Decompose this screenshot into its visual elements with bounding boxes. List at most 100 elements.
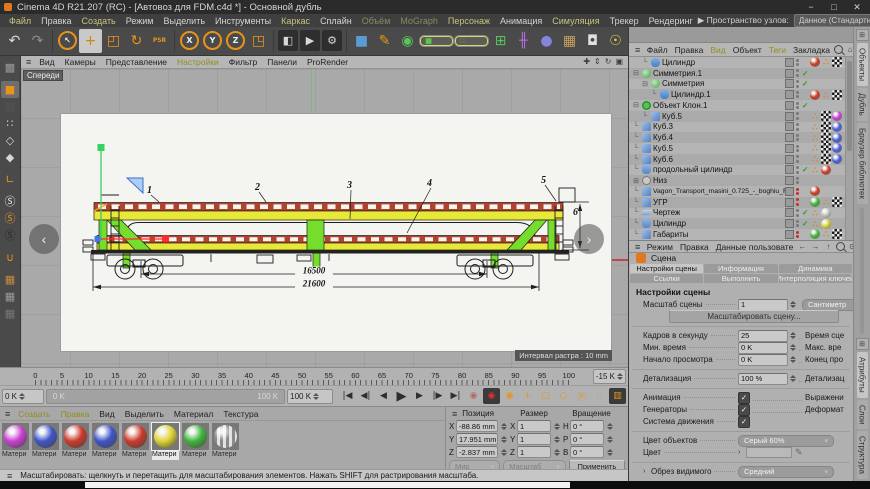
enable-dots[interactable] [796,134,800,142]
texture-tag-icon[interactable]: ∴ [821,229,831,239]
object-row-Габариты[interactable]: └Габариты∴ [629,229,853,240]
record-disabled-icon[interactable]: ◉ [465,388,482,404]
attr-menu-Данные пользовате[interactable]: Данные пользовате [712,242,797,252]
panel-tab-Объекты[interactable]: Объекты [857,43,868,86]
phong-tag-icon[interactable] [821,154,831,164]
enable-dots[interactable] [796,188,800,196]
field-checkbox[interactable]: ✓ [738,416,750,428]
make-editable-button[interactable]: ▩ [1,59,19,76]
texture-tag-icon[interactable]: ∴ [810,154,820,164]
enable-dots[interactable] [796,231,800,239]
visibility-toggle[interactable] [785,69,794,78]
enabled-check-icon[interactable]: ✓ [802,69,810,78]
menu-Выделить[interactable]: Выделить [159,16,211,26]
menu-Сплайн[interactable]: Сплайн [315,16,357,26]
material-swatch-4[interactable]: Матери [92,423,120,460]
material-tag-icon[interactable] [821,208,831,218]
phong-tag-icon[interactable] [832,90,842,100]
edit-color-icon[interactable]: ✎ [795,447,803,458]
enable-dots[interactable] [796,112,800,120]
menu-Каркас[interactable]: Каркас [276,16,315,26]
visibility-toggle[interactable] [785,165,794,174]
pan-view-icon[interactable]: ✚ [583,57,590,66]
rotate-tool[interactable]: ↻ [125,29,148,53]
texture-tag-icon[interactable]: ∴ [810,111,820,121]
object-menu-Объект[interactable]: Объект [729,45,765,55]
snap-enable-button[interactable]: Ⓢ [1,193,19,210]
material-swatch-6[interactable]: Матери [152,423,180,460]
texture-tag-icon[interactable]: ∴ [821,90,831,100]
visibility-toggle[interactable] [785,230,794,239]
material-menu-Материал[interactable]: Материал [169,409,218,419]
enabled-check-icon[interactable]: ✓ [802,219,810,228]
menu-Создать[interactable]: Создать [77,16,121,26]
tab-Настройки сцены[interactable]: Настройки сцены [630,264,703,273]
timeline-range-slider[interactable]: 0 K100 K [46,389,285,404]
field-checkbox[interactable]: ✓ [738,392,750,404]
workplane-mode-button[interactable]: ▦ [1,305,19,322]
enabled-check-icon[interactable]: ✓ [802,208,810,217]
material-tag-icon[interactable] [810,186,820,196]
deformer-button[interactable]: ╫ [512,29,535,53]
go-to-start-button[interactable]: |◀ [339,388,356,404]
viewport-menu-icon[interactable]: ≡ [23,57,34,67]
menu-Рендеринг[interactable]: Рендеринг [644,16,698,26]
visibility-toggle[interactable] [785,144,794,153]
enable-dots[interactable] [796,166,800,174]
search-icon[interactable] [836,242,845,251]
lock-x-axis-button[interactable]: X [178,29,201,53]
panel-tab-Слои[interactable]: Слои [857,400,868,429]
keyframe-selection-button[interactable]: ▥ [609,388,626,404]
enable-dots[interactable] [796,177,800,185]
object-row-Цилиндр[interactable]: └Цилиндр∴ [629,57,853,68]
texture-tag-icon[interactable]: ∴ [810,165,820,175]
field-input[interactable]: 25 [738,330,788,342]
visibility-toggle[interactable] [785,79,794,88]
phong-tag-icon[interactable] [821,111,831,121]
object-row-Куб.5[interactable]: └Куб.5∴ [629,143,853,154]
visibility-toggle[interactable] [785,122,794,131]
unit-select[interactable]: Сантиметр▾ [802,299,853,311]
menu-Режим[interactable]: Режим [121,16,159,26]
object-row-Объект Клон.1[interactable]: ⊟Объект Клон.1✓ [629,100,853,111]
menu-MoGraph[interactable]: MoGraph [395,16,443,26]
recent-tool-psr[interactable]: PSR [148,29,171,53]
object-row-Vagon_Transport_masini_0.725_-_boghiu_R1[interactable]: └Vagon_Transport_masini_0.725_-_boghiu_R… [629,186,853,197]
active-object-row[interactable]: Сцена [629,253,853,263]
timeline-ruler[interactable]: 0510152025303540455055606570758085909510… [0,367,628,386]
field-input[interactable]: 0 K [738,342,788,354]
menu-Правка[interactable]: Правка [36,16,76,26]
material-swatch-7[interactable]: Матери [182,423,210,460]
range-start-input[interactable]: 0 K [2,389,44,404]
menu-Анимация[interactable]: Анимация [495,16,547,26]
add-tab-button[interactable]: ⊞ [856,29,869,41]
phong-tag-icon[interactable] [832,229,842,239]
rotation-h-field[interactable]: H0 ° [563,420,613,432]
previous-key-button[interactable]: ◀| [357,388,374,404]
attr-menu-Режим[interactable]: Режим [643,242,676,252]
attr-menu-Правка[interactable]: Правка [676,242,712,252]
phong-tag-icon[interactable] [832,197,842,207]
object-row-Цилиндр[interactable]: └Цилиндр✓∴ [629,218,853,229]
rotation-b-field[interactable]: B0 ° [563,446,613,458]
size-x-field[interactable]: X1 [510,420,560,432]
move-tool[interactable]: + [79,29,102,53]
material-swatch-3[interactable]: Матери [62,423,90,460]
undo-button[interactable]: ↶ [3,29,26,53]
texture-tag-icon[interactable]: ∴ [810,208,820,218]
autokey-button[interactable]: ◉ [501,388,518,404]
tab-Выполнить[interactable]: Выполнить [704,274,777,283]
up-arrow-icon[interactable]: ↑ [823,241,834,252]
timeline-offset-input[interactable]: -15 K [593,369,626,384]
material-tag-icon[interactable] [810,90,820,100]
attribute-menu-icon[interactable]: ≡ [632,242,643,252]
edges-mode-button[interactable]: ◇ [1,132,19,149]
generator-button[interactable]: ■ [419,35,454,47]
expand-icon[interactable]: ⊞ [632,177,640,185]
object-row-Чертеж[interactable]: └Чертеж✓∴ [629,208,853,219]
viewport-menu-ProRender[interactable]: ProRender [302,57,353,67]
panel-tab-Браузер библиотек[interactable]: Браузер библиотек [857,123,868,204]
cloner-button[interactable]: ∷ [454,35,489,47]
enable-dots[interactable] [796,69,800,77]
redo-button[interactable]: ↷ [26,29,49,53]
